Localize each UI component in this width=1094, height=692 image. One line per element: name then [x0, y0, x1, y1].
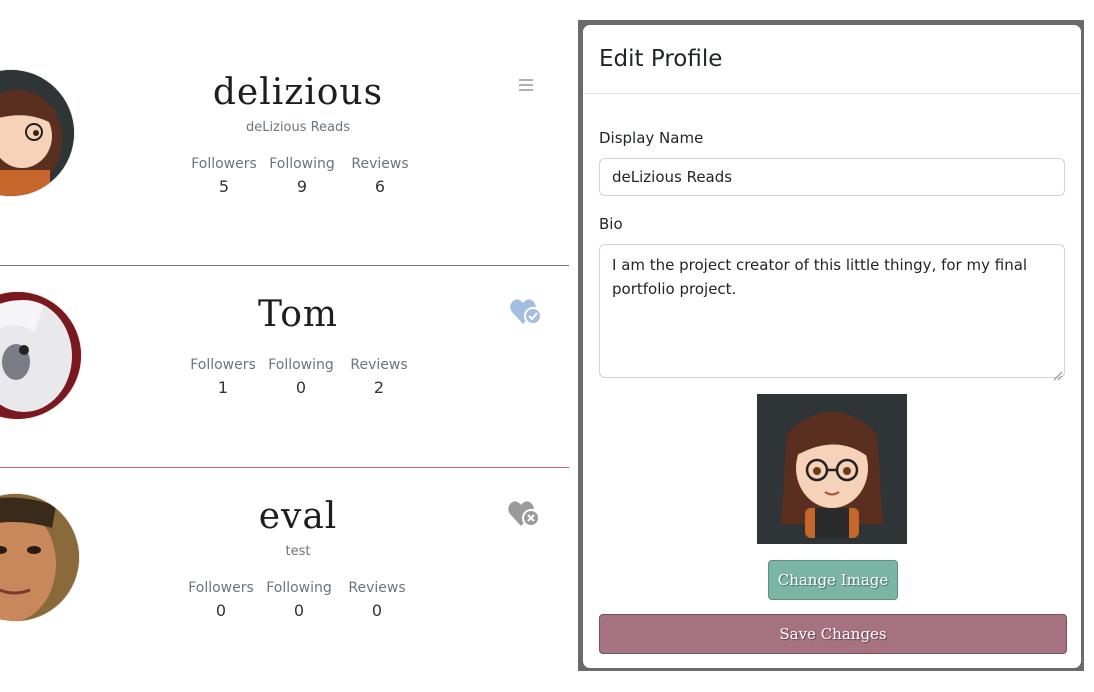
stat-label: Reviews [351, 156, 409, 172]
stat-value: 0 [215, 601, 227, 620]
modal-title: Edit Profile [599, 46, 723, 72]
modal-header: Edit Profile [583, 25, 1081, 94]
display-name-input[interactable] [599, 158, 1065, 196]
stat-followers[interactable]: Followers 0 [182, 580, 260, 620]
profile-stats: Followers 0 Following 0 Reviews 0 [182, 580, 416, 620]
stat-label: Reviews [350, 357, 408, 373]
stat-label: Followers [190, 357, 256, 373]
bio-textarea[interactable]: I am the project creator of this little … [599, 244, 1065, 378]
stat-label: Following [269, 156, 335, 172]
stat-label: Followers [188, 580, 254, 596]
stat-value: 5 [218, 177, 230, 196]
profile-stats: Followers 1 Following 0 Reviews 2 [184, 357, 418, 397]
stat-followers[interactable]: Followers 5 [185, 156, 263, 196]
profile-stats: Followers 5 Following 9 Reviews 6 [185, 156, 419, 196]
stat-value: 6 [374, 177, 386, 196]
profile-image-preview [757, 394, 907, 544]
stat-label: Following [268, 357, 334, 373]
profile-username[interactable]: Tom [0, 294, 596, 335]
stat-reviews[interactable]: Reviews 2 [340, 357, 418, 397]
stat-following[interactable]: Following 0 [260, 580, 338, 620]
save-changes-button[interactable]: Save Changes [599, 614, 1067, 654]
stat-value: 9 [296, 177, 308, 196]
edit-profile-modal: Edit Profile Display Name Bio I am the p… [583, 25, 1081, 668]
profile-username[interactable]: eval [0, 496, 596, 537]
stat-value: 0 [293, 601, 305, 620]
stat-reviews[interactable]: Reviews 0 [338, 580, 416, 620]
stat-value: 0 [371, 601, 383, 620]
stat-following[interactable]: Following 9 [263, 156, 341, 196]
hamburger-menu-icon[interactable] [519, 76, 533, 95]
stat-reviews[interactable]: Reviews 6 [341, 156, 419, 196]
change-image-button[interactable]: Change Image [768, 560, 898, 600]
profile-display-name: deLizious Reads [245, 120, 351, 135]
profile-username[interactable]: delizious [0, 72, 596, 113]
profile-divider [0, 265, 569, 266]
stat-following[interactable]: Following 0 [262, 357, 340, 397]
profile-divider [0, 467, 569, 468]
stat-value: 1 [217, 378, 229, 397]
display-name-label: Display Name [599, 129, 704, 147]
stat-label: Reviews [348, 580, 406, 596]
stat-followers[interactable]: Followers 1 [184, 357, 262, 397]
stat-label: Followers [191, 156, 257, 172]
stat-label: Following [266, 580, 332, 596]
heart-check-icon[interactable] [510, 298, 542, 330]
bio-label: Bio [599, 215, 623, 233]
heart-x-icon[interactable] [508, 500, 540, 532]
profile-display-name: test [285, 544, 311, 559]
stat-value: 2 [373, 378, 385, 397]
stat-value: 0 [295, 378, 307, 397]
